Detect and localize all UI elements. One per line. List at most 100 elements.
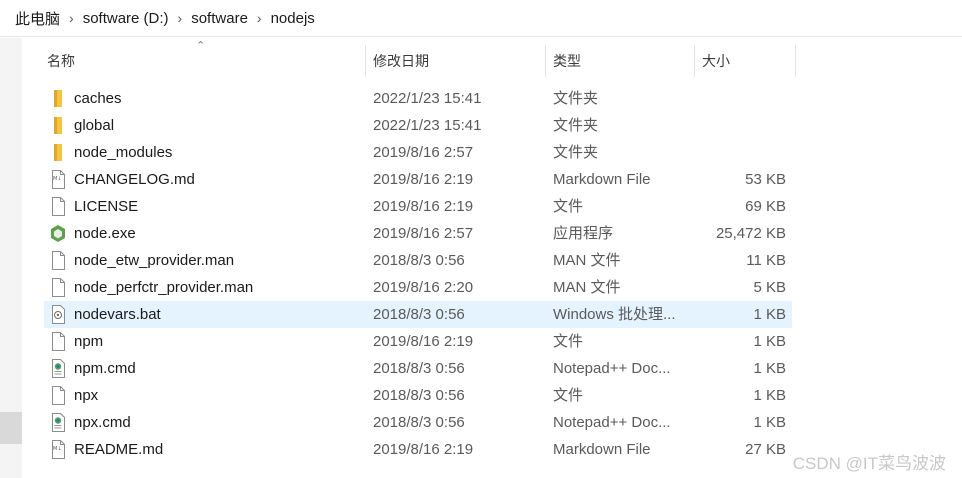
column-header-name[interactable]: 名称	[40, 45, 365, 77]
navigation-pane-selected-item[interactable]	[0, 412, 22, 444]
file-type: 文件	[553, 387, 584, 404]
file-modified-date: 2018/8/3 0:56	[373, 387, 465, 404]
file-size	[694, 112, 786, 139]
file-row[interactable]: npx.cmd 2018/8/3 0:56 Notepad++ Doc... 1 KB	[44, 409, 792, 436]
file-row[interactable]: M↓ CHANGELOG.md 2019/8/16 2:19 Markdown Fil…	[44, 166, 792, 193]
file-name: node_etw_provider.man	[74, 252, 235, 269]
file-name: caches	[74, 90, 122, 107]
column-header-size[interactable]: 大小	[695, 45, 795, 77]
file-name: node_perfctr_provider.man	[74, 279, 254, 296]
file-name: node.exe	[74, 225, 136, 242]
column-header-date[interactable]: 修改日期	[366, 45, 544, 77]
file-name: CHANGELOG.md	[74, 171, 195, 188]
file-modified-date: 2022/1/23 15:41	[373, 117, 482, 134]
file-name: nodevars.bat	[74, 306, 161, 323]
file-row[interactable]: node.exe 2019/8/16 2:57 应用程序 25,472 KB	[44, 220, 792, 247]
file-type: 文件	[553, 198, 584, 215]
file-icon	[50, 386, 66, 405]
folder-icon	[50, 116, 66, 135]
file-type: Notepad++ Doc...	[553, 360, 671, 377]
file-modified-date: 2019/8/16 2:20	[373, 279, 474, 296]
breadcrumb-item-drive[interactable]: software (D:)	[80, 10, 172, 27]
file-type: MAN 文件	[553, 279, 621, 296]
chevron-right-icon: ›	[69, 10, 74, 26]
file-type: Notepad++ Doc...	[553, 414, 671, 431]
file-type: 文件夹	[553, 117, 599, 134]
file-modified-date: 2019/8/16 2:19	[373, 198, 474, 215]
file-size: 1 KB	[753, 387, 786, 404]
file-type: 应用程序	[553, 225, 614, 242]
breadcrumb-item-nodejs[interactable]: nodejs	[268, 10, 318, 27]
chevron-right-icon: ›	[177, 10, 183, 26]
file-row[interactable]: caches 2022/1/23 15:41 文件夹	[44, 85, 792, 112]
file-row[interactable]: npm.cmd 2018/8/3 0:56 Notepad++ Doc... 1 KB	[44, 355, 792, 382]
file-modified-date: 2019/8/16 2:19	[373, 333, 474, 350]
file-row[interactable]: npm 2019/8/16 2:19 文件 1 KB	[44, 328, 792, 355]
column-header-bar: ⌃ 名称 修改日期 类型 大小	[40, 40, 800, 77]
file-name: README.md	[74, 441, 164, 458]
column-header-type[interactable]: 类型	[546, 45, 694, 77]
file-row[interactable]: global 2022/1/23 15:41 文件夹	[44, 112, 792, 139]
notepadpp-file-icon	[50, 359, 66, 378]
file-modified-date: 2018/8/3 0:56	[373, 306, 465, 323]
file-name: LICENSE	[74, 198, 139, 215]
file-modified-date: 2019/8/16 2:57	[373, 225, 474, 242]
file-icon	[50, 278, 66, 297]
nodejs-icon	[50, 224, 66, 243]
svg-text:M↓: M↓	[53, 176, 62, 182]
file-type: Markdown File	[553, 441, 651, 458]
file-name: npm.cmd	[74, 360, 136, 377]
folder-icon	[50, 89, 66, 108]
file-type: Markdown File	[553, 171, 651, 188]
file-modified-date: 2019/8/16 2:19	[373, 441, 474, 458]
file-modified-date: 2018/8/3 0:56	[373, 252, 465, 269]
file-type: Windows 批处理...	[553, 306, 676, 323]
file-name: npm	[74, 333, 104, 350]
file-name: global	[74, 117, 115, 134]
markdown-file-icon: M↓	[50, 440, 66, 459]
file-row[interactable]: npx 2018/8/3 0:56 文件 1 KB	[44, 382, 792, 409]
file-size: 1 KB	[753, 333, 786, 350]
file-list: caches 2022/1/23 15:41 文件夹 global 2022/1/23 …	[44, 85, 792, 463]
file-size: 27 KB	[745, 441, 786, 458]
batch-file-icon	[50, 305, 66, 324]
file-name: node_modules	[74, 144, 173, 161]
file-size: 1 KB	[753, 360, 786, 377]
file-modified-date: 2019/8/16 2:19	[373, 171, 474, 188]
breadcrumb: 此电脑 › software (D:) › software › nodejs	[0, 0, 962, 37]
file-size: 1 KB	[753, 306, 786, 323]
file-size	[694, 139, 786, 166]
watermark: CSDN @IT菜鸟波波	[792, 454, 946, 473]
file-name: npx.cmd	[74, 414, 131, 431]
file-size: 25,472 KB	[715, 225, 786, 242]
svg-text:M↓: M↓	[53, 446, 62, 452]
breadcrumb-item-this-pc[interactable]: 此电脑	[12, 8, 63, 29]
column-divider[interactable]	[795, 45, 796, 77]
breadcrumb-item-software[interactable]: software	[188, 10, 251, 27]
notepadpp-file-icon	[50, 413, 66, 432]
file-icon	[50, 251, 66, 270]
file-row[interactable]: node_perfctr_provider.man 2019/8/16 2:20 M…	[44, 274, 792, 301]
file-icon	[50, 197, 66, 216]
file-row[interactable]: nodevars.bat 2018/8/3 0:56 Windows 批处理... 1…	[44, 301, 792, 328]
file-size	[694, 85, 786, 112]
markdown-file-icon: M↓	[50, 170, 66, 189]
folder-icon	[50, 143, 66, 162]
file-size: 53 KB	[745, 171, 786, 188]
file-type: MAN 文件	[553, 252, 621, 269]
file-type: 文件夹	[553, 144, 599, 161]
chevron-right-icon: ›	[256, 10, 262, 26]
file-row[interactable]: LICENSE 2019/8/16 2:19 文件 69 KB	[44, 193, 792, 220]
file-modified-date: 2018/8/3 0:56	[373, 360, 465, 377]
file-type: 文件	[553, 333, 584, 350]
file-row[interactable]: M↓ README.md 2019/8/16 2:19 Markdown File 27…	[44, 436, 792, 463]
file-type: 文件夹	[553, 90, 599, 107]
file-size: 11 KB	[746, 252, 786, 269]
file-modified-date: 2019/8/16 2:57	[373, 144, 474, 161]
file-size: 1 KB	[753, 414, 786, 431]
file-row[interactable]: node_etw_provider.man 2018/8/3 0:56 MAN 文件…	[44, 247, 792, 274]
file-icon	[50, 332, 66, 351]
file-row[interactable]: node_modules 2019/8/16 2:57 文件夹	[44, 139, 792, 166]
file-modified-date: 2018/8/3 0:56	[373, 414, 465, 431]
file-name: npx	[74, 387, 99, 404]
